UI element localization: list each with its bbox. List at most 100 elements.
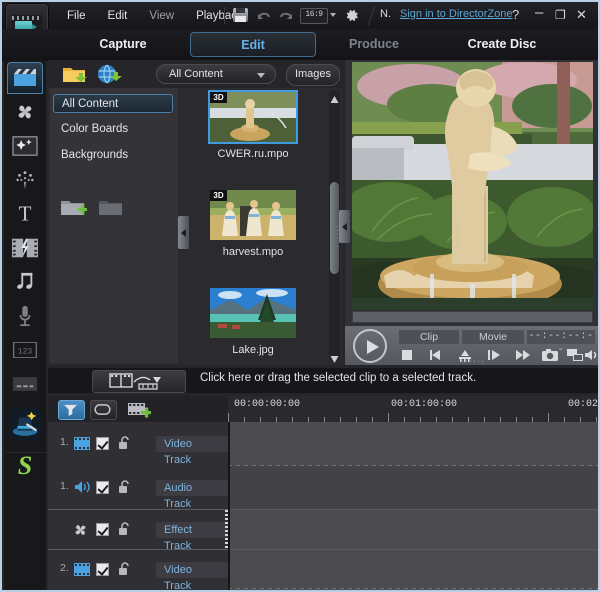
track-label[interactable]: Video Track	[156, 436, 228, 452]
track-enable-checkbox[interactable]	[96, 563, 109, 576]
magic-wand-hat-icon	[9, 408, 41, 440]
maximize-button[interactable]: ❐	[554, 8, 570, 24]
track-lane[interactable]	[228, 510, 600, 550]
preview-window-button[interactable]	[566, 348, 584, 362]
track-enable-checkbox[interactable]	[96, 437, 109, 450]
track-lane[interactable]	[228, 422, 600, 466]
save-icon[interactable]	[233, 8, 248, 22]
track-lane[interactable]	[228, 550, 600, 590]
track-label[interactable]: Audio Track	[156, 480, 228, 496]
sidebar-item-transition-room[interactable]	[7, 232, 43, 264]
gear-icon[interactable]	[343, 7, 360, 24]
sidebar-item-media-room[interactable]	[7, 62, 43, 94]
sidebar-item-pip-objects-room[interactable]	[7, 130, 43, 162]
tab-edit[interactable]: Edit	[190, 32, 316, 57]
directorzone-signin-link[interactable]: Sign in to DirectorZone	[400, 8, 513, 20]
chapter-numbers-icon: 123	[13, 342, 37, 358]
track-header: 1. Audio Track	[48, 466, 228, 510]
insert-clip-button[interactable]	[92, 370, 186, 393]
sidebar-item-title-room[interactable]: T	[7, 198, 43, 230]
track-lock-icon[interactable]	[118, 522, 131, 535]
help-icon[interactable]: ?	[512, 7, 519, 22]
tree-item-backgrounds[interactable]: Backgrounds	[53, 146, 173, 165]
thumbnail[interactable]	[210, 288, 296, 338]
track-header: 1. Video Track	[48, 422, 228, 466]
track-label[interactable]: Video Track	[156, 562, 228, 578]
tab-capture[interactable]: Capture	[64, 32, 182, 57]
timeline-panel: 00:00:00:00 00:01:00:00 00:02 1.	[48, 396, 600, 590]
preview-panel: Clip Movie --:--:--:--	[345, 60, 600, 365]
redo-icon[interactable]	[278, 8, 294, 24]
previous-frame-button[interactable]	[427, 348, 445, 362]
thumbnail[interactable]: 3D	[210, 92, 296, 142]
sidebar-item-chapter-room[interactable]: 123	[7, 334, 43, 366]
tab-produce[interactable]: Produce	[324, 32, 424, 57]
scroll-up-arrow-icon[interactable]	[330, 91, 339, 100]
media-clapperboard-icon	[13, 69, 37, 87]
preview-resize-grip[interactable]	[462, 360, 484, 363]
sidebar-item-voice-over-room[interactable]	[7, 300, 43, 332]
remove-folder-icon[interactable]	[98, 196, 126, 218]
sidebar-item-audio-mixing-room[interactable]	[7, 266, 43, 298]
folder-tools	[60, 196, 170, 220]
table-row[interactable]: 1. Video Track	[48, 422, 600, 466]
list-item[interactable]: 3D CWER.ru.mpo	[188, 92, 318, 160]
add-track-button[interactable]	[128, 400, 153, 418]
slideshow-creator-button[interactable]: S	[7, 448, 43, 482]
tree-item-all-content[interactable]: All Content	[53, 94, 173, 113]
images-view-button[interactable]: Images	[286, 64, 340, 86]
preview-collapse-handle[interactable]	[339, 210, 350, 243]
chevron-down-icon[interactable]	[330, 13, 336, 17]
movie-mode-button[interactable]: Movie	[462, 330, 524, 344]
track-label[interactable]: Effect Track	[156, 522, 228, 538]
thumbnail-image	[210, 288, 296, 338]
minimize-button[interactable]: –	[533, 8, 549, 24]
clip-mode-button[interactable]: Clip	[399, 330, 459, 344]
content-filter-dropdown[interactable]: All Content	[156, 64, 276, 84]
insert-clip-hint-text: Click here or drag the selected clip to …	[200, 372, 476, 384]
timeline-playhead[interactable]	[228, 422, 230, 590]
preview-scrub-bar[interactable]	[352, 311, 593, 323]
sidebar-item-particle-room[interactable]	[7, 164, 43, 196]
list-item[interactable]: Lake.jpg	[188, 288, 318, 356]
download-from-internet-icon[interactable]	[96, 64, 122, 84]
add-folder-icon[interactable]	[60, 196, 88, 218]
play-button[interactable]	[353, 329, 387, 363]
magic-movie-wizard-button[interactable]	[7, 406, 43, 442]
tree-item-color-boards[interactable]: Color Boards	[53, 120, 173, 139]
list-item[interactable]: 3D harvest.mpo	[188, 190, 318, 258]
track-lock-icon[interactable]	[118, 562, 131, 575]
stop-button[interactable]	[398, 348, 416, 362]
panel-resize-grip[interactable]	[335, 226, 338, 248]
tab-create-disc[interactable]: Create Disc	[442, 32, 562, 57]
import-media-folder-icon[interactable]	[62, 64, 88, 84]
sidebar-item-subtitle-room[interactable]	[7, 368, 43, 400]
thumbnail[interactable]: 3D	[210, 190, 296, 240]
menu-file[interactable]: File	[56, 6, 97, 26]
close-button[interactable]: ✕	[575, 8, 591, 24]
track-lane[interactable]	[228, 466, 600, 510]
timeline-ruler[interactable]: 00:00:00:00 00:01:00:00 00:02	[228, 396, 600, 423]
track-lock-icon[interactable]	[118, 436, 131, 449]
table-row[interactable]: 2. Video Track	[48, 550, 600, 590]
track-enable-checkbox[interactable]	[96, 481, 109, 494]
scroll-down-arrow-icon[interactable]	[330, 351, 339, 360]
fast-forward-button[interactable]	[514, 348, 532, 362]
track-divider	[228, 588, 600, 589]
menu-view[interactable]: View	[138, 6, 185, 26]
menu-edit[interactable]: Edit	[97, 6, 139, 26]
snapshot-button[interactable]	[541, 348, 559, 362]
volume-button[interactable]	[583, 348, 600, 362]
next-frame-button[interactable]	[485, 348, 503, 362]
aspect-ratio-dropdown[interactable]: 16:9	[300, 8, 328, 24]
table-row[interactable]: 1. Audio Track	[48, 466, 600, 510]
undo-icon[interactable]	[256, 8, 272, 24]
sidebar-item-effect-room[interactable]	[7, 96, 43, 128]
storyboard-view-button[interactable]	[90, 400, 117, 420]
table-row[interactable]: Effect Track	[48, 510, 600, 550]
track-enable-checkbox[interactable]	[96, 523, 109, 536]
library-collapse-handle[interactable]	[178, 216, 189, 249]
timecode-display[interactable]: --:--:--:--	[527, 330, 595, 344]
timeline-view-button[interactable]	[58, 400, 85, 420]
track-lock-icon[interactable]	[118, 480, 131, 493]
